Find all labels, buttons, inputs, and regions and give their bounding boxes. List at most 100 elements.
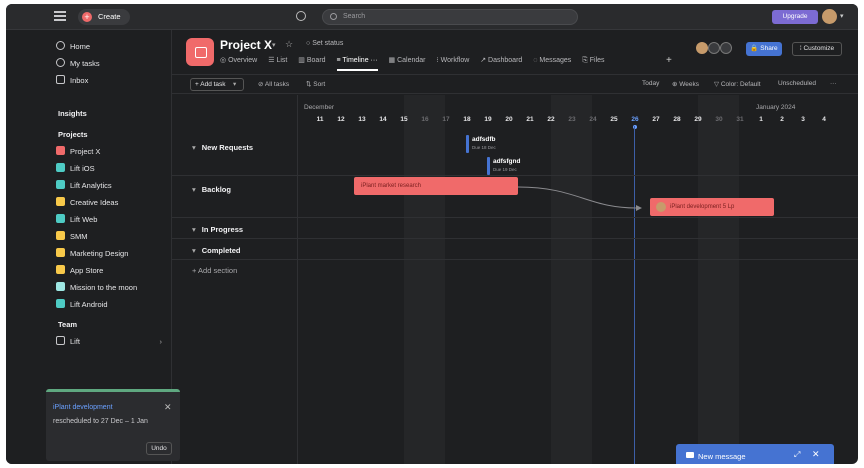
expand-icon[interactable]: ⤢ xyxy=(794,450,800,460)
sidebar-item-mission-to-the-moon[interactable]: Mission to the moon xyxy=(56,281,137,295)
task-title[interactable]: adfsdfb xyxy=(472,136,495,143)
day-label: 12 xyxy=(337,116,345,123)
day-label: 16 xyxy=(421,116,429,123)
sidebar-item-lift-ios[interactable]: Lift iOS xyxy=(56,162,95,176)
task-due: Due 19 Dec xyxy=(493,167,517,172)
toast-task-link[interactable]: iPlant development xyxy=(53,404,113,411)
tab-label: Messages xyxy=(539,57,572,64)
add-section-button[interactable]: + Add section xyxy=(192,266,237,275)
day-label: 17 xyxy=(442,116,450,123)
undo-button[interactable]: Undo xyxy=(146,442,172,455)
day-label: 1 xyxy=(759,116,763,123)
sort-label: Sort xyxy=(313,81,326,88)
today-button[interactable]: Today xyxy=(642,80,659,87)
more-options-icon[interactable]: ··· xyxy=(830,80,837,87)
project-tabs: ◎ Overview ☰ List ▥ Board ≡ Timeline ···… xyxy=(220,56,614,71)
customize-button[interactable]: ⁞ Customize xyxy=(792,42,842,56)
add-task-button[interactable]: + Add task ▾ xyxy=(190,78,244,91)
chevron-down-icon[interactable]: ▾ xyxy=(840,12,844,20)
tab-label: Dashboard xyxy=(488,57,523,64)
tab-timeline[interactable]: ≡ Timeline ··· xyxy=(336,57,378,71)
sidebar-item-label: SMM xyxy=(70,232,88,241)
weekend-column xyxy=(404,95,445,464)
tab-workflow[interactable]: ⁝ Workflow xyxy=(436,56,469,64)
caret-down-icon: ▾ xyxy=(192,185,196,194)
sidebar-item-lift-android[interactable]: Lift Android xyxy=(56,298,108,312)
section-backlog[interactable]: ▾ Backlog xyxy=(192,185,231,194)
sidebar-item-project-x[interactable]: Project X xyxy=(56,145,100,159)
task-title[interactable]: adfsfgnd xyxy=(493,158,520,165)
project-color-icon xyxy=(56,231,65,240)
hamburger-menu-icon[interactable] xyxy=(54,11,66,21)
close-icon[interactable]: ✕ xyxy=(164,402,172,413)
tab-files[interactable]: ⎘ Files xyxy=(582,57,604,65)
zoom-weeks-button[interactable]: ⊕ Weeks xyxy=(672,80,699,88)
sidebar-item-team-lift[interactable]: Lift › xyxy=(56,335,162,349)
day-label: 19 xyxy=(484,116,492,123)
task-marker[interactable] xyxy=(466,135,469,153)
unscheduled-button[interactable]: Unscheduled xyxy=(778,80,816,87)
tab-board[interactable]: ▥ Board xyxy=(298,56,325,64)
user-avatar[interactable] xyxy=(822,9,837,24)
member-avatars[interactable] xyxy=(696,42,732,56)
color-label: Color: Default xyxy=(720,81,761,88)
team-heading[interactable]: Team xyxy=(58,320,77,329)
project-title[interactable]: Project X xyxy=(220,38,272,52)
create-button[interactable]: + Create xyxy=(78,9,130,25)
task-marker[interactable] xyxy=(487,157,490,175)
add-tab-icon[interactable]: + xyxy=(666,55,672,66)
chevron-down-icon[interactable]: ▾ xyxy=(272,41,276,49)
sidebar-item-inbox[interactable]: Inbox xyxy=(56,74,88,88)
month-label: December xyxy=(304,104,334,111)
sort-button[interactable]: ⇅ Sort xyxy=(306,80,325,88)
task-bar[interactable]: iPlant development 5 Lp xyxy=(650,198,774,216)
section-label: Backlog xyxy=(201,185,231,194)
section-label: Completed xyxy=(201,246,241,255)
sidebar-item-lift-analytics[interactable]: Lift Analytics xyxy=(56,179,112,193)
sidebar-item-home[interactable]: Home xyxy=(56,40,90,54)
search-input[interactable]: Search xyxy=(322,9,578,25)
section-divider xyxy=(172,259,858,260)
sidebar-item-label: Lift Web xyxy=(70,215,98,224)
section-new-requests[interactable]: ▾ New Requests xyxy=(192,143,253,152)
month-label: January 2024 xyxy=(756,104,796,111)
message-icon xyxy=(686,452,694,458)
tab-list[interactable]: ☰ List xyxy=(268,56,287,64)
avatar xyxy=(707,42,720,54)
projects-heading[interactable]: Projects xyxy=(58,130,88,139)
sidebar-item-my-tasks[interactable]: My tasks xyxy=(56,57,100,71)
sidebar-item-lift-web[interactable]: Lift Web xyxy=(56,213,97,227)
tab-label: List xyxy=(276,57,288,64)
color-button[interactable]: ▽ Color: Default xyxy=(714,80,761,88)
day-label: 3 xyxy=(801,116,805,123)
close-icon[interactable]: ✕ xyxy=(812,449,820,460)
section-in-progress[interactable]: ▾ In Progress xyxy=(192,225,243,234)
tab-label: Workflow xyxy=(440,57,470,64)
project-icon[interactable] xyxy=(186,38,214,66)
insights-heading[interactable]: Insights xyxy=(58,109,87,118)
star-icon[interactable]: ☆ xyxy=(285,39,293,50)
sidebar-item-marketing-design[interactable]: Marketing Design xyxy=(56,247,128,261)
day-label-today: 26 xyxy=(631,116,639,123)
tab-dashboard[interactable]: ↗ Dashboard xyxy=(480,56,522,64)
history-clock-icon[interactable] xyxy=(296,11,306,21)
tab-overview[interactable]: ◎ Overview xyxy=(220,56,257,64)
tab-messages[interactable]: ◌ Messages xyxy=(533,57,571,64)
sidebar-item-creative-ideas[interactable]: Creative Ideas xyxy=(56,196,118,210)
sidebar-item-smm[interactable]: SMM xyxy=(56,230,88,244)
share-button[interactable]: 🔒 Share xyxy=(746,42,782,56)
set-status-button[interactable]: ○ Set status xyxy=(306,40,343,47)
upgrade-button[interactable]: Upgrade xyxy=(772,10,818,24)
project-color-icon xyxy=(56,180,65,189)
tab-calendar[interactable]: ▦ Calendar xyxy=(389,56,426,64)
sidebar-item-label: My tasks xyxy=(70,59,100,68)
task-bar[interactable]: iPlant market research xyxy=(354,177,518,195)
new-message-panel[interactable]: New message ⤢ ✕ xyxy=(676,444,834,464)
section-divider xyxy=(172,217,858,218)
section-completed[interactable]: ▾ Completed xyxy=(192,246,241,255)
search-placeholder: Search xyxy=(343,13,366,20)
all-tasks-filter[interactable]: ⊘ All tasks xyxy=(258,80,289,88)
weekend-column xyxy=(698,95,739,464)
timeline-canvas[interactable]: December January 2024 11 12 13 14 15 16 … xyxy=(298,95,858,464)
sidebar-item-app-store[interactable]: App Store xyxy=(56,264,103,278)
